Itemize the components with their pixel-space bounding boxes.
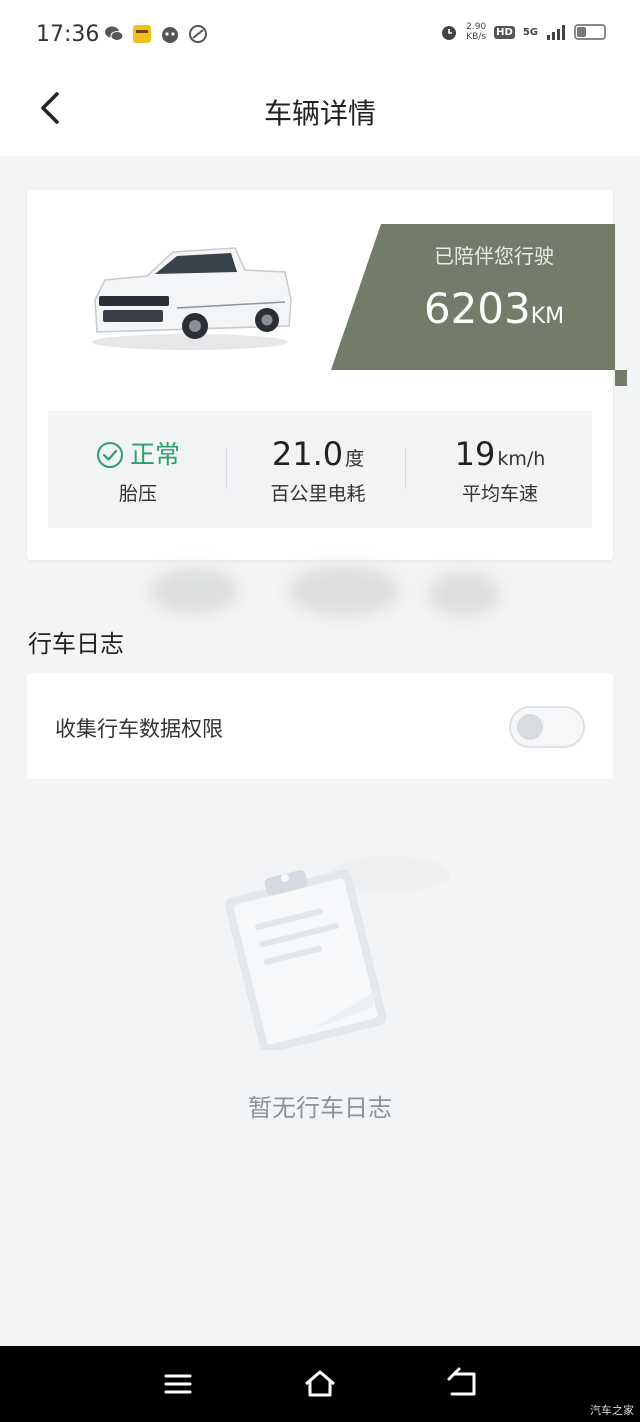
network-type: 5G: [522, 26, 538, 38]
status-right: 2.90 KB/s HD 5G: [440, 22, 606, 42]
vehicle-stats: 正常 胎压 21.0 度 百公里电耗 19 km/h 平均车速: [48, 411, 592, 528]
toggle-knob: [517, 714, 543, 740]
panel-tab-decoration: [615, 370, 627, 386]
net-speed-value: 2.90: [466, 22, 487, 32]
watermark: 汽车之家: [590, 1404, 634, 1417]
stat-average-speed: 19 km/h 平均车速: [410, 411, 590, 528]
redacted-blur: [428, 572, 500, 616]
net-speed-unit: KB/s: [466, 32, 487, 42]
section-title-driving-log: 行车日志: [28, 630, 124, 658]
tire-pressure-status: 正常: [129, 440, 180, 469]
home-icon[interactable]: [300, 1364, 340, 1404]
menu-icon[interactable]: [158, 1364, 198, 1404]
battery-icon: [574, 24, 606, 40]
speed-unit: km/h: [497, 448, 546, 470]
status-bar: 17:36 2.90 KB/s HD 5G: [0, 0, 640, 70]
speed-value: 19: [454, 435, 496, 473]
stat-divider: [405, 449, 406, 489]
signal-icon: [547, 25, 565, 40]
permission-card: 收集行车数据权限: [27, 673, 613, 779]
energy-unit: 度: [345, 448, 365, 470]
mileage-value: 6203KM: [389, 284, 599, 333]
status-time: 17:36: [36, 22, 100, 47]
hd-badge: HD: [494, 25, 515, 39]
vehicle-card: 已陪伴您行驶 6203KM 正常 胎压 21.0 度 百公里电耗 19 km/h…: [27, 190, 627, 560]
page-title: 车辆详情: [263, 97, 376, 130]
cat-app-icon: [162, 27, 178, 43]
battery-level: [577, 27, 586, 37]
stat-energy-consumption: 21.0 度 百公里电耗: [228, 411, 408, 528]
mileage-label: 已陪伴您行驶: [434, 244, 554, 268]
clipboard-illustration: [224, 856, 450, 1050]
stat-label: 平均车速: [461, 483, 538, 505]
check-circle-icon: [96, 442, 123, 468]
app-icon: [133, 25, 151, 43]
permission-toggle[interactable]: [509, 706, 585, 748]
redacted-blur: [150, 568, 238, 614]
empty-state-text: 暂无行车日志: [248, 1094, 392, 1122]
stat-divider: [226, 449, 227, 489]
vehicle-image: [92, 247, 292, 350]
stat-tire-pressure: 正常 胎压: [48, 411, 228, 528]
mileage-number: 6203: [423, 284, 531, 333]
net-speed: 2.90 KB/s: [466, 22, 486, 42]
stat-label: 胎压: [118, 483, 157, 505]
leaf-app-icon: [189, 25, 207, 43]
app-header: 车辆详情: [0, 70, 640, 156]
stat-energy-value: 21.0 度: [228, 435, 408, 475]
energy-value: 21.0: [271, 435, 344, 473]
stat-label: 百公里电耗: [270, 483, 366, 505]
stat-tire-pressure-value: 正常: [48, 435, 228, 475]
notification-icons: [104, 24, 208, 44]
permission-label: 收集行车数据权限: [55, 717, 223, 741]
system-nav-bar: 汽车之家: [0, 1346, 640, 1422]
stat-speed-value: 19 km/h: [410, 435, 590, 475]
redacted-blur: [288, 566, 400, 616]
wechat-icon: [105, 26, 124, 41]
alarm-icon: [442, 26, 457, 40]
mileage-unit: KM: [530, 304, 565, 329]
back-icon[interactable]: [442, 1364, 482, 1404]
